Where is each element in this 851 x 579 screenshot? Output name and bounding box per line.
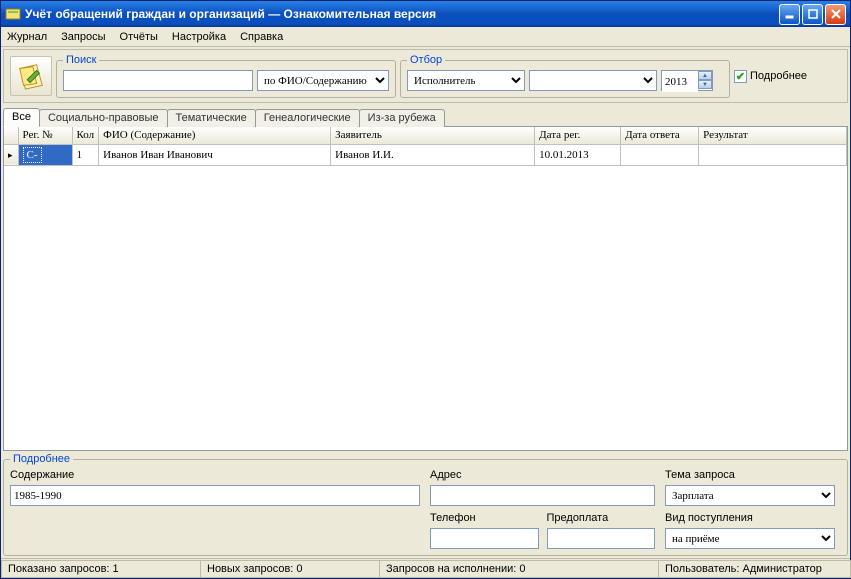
details-checkbox-label: Подробнее xyxy=(750,70,807,82)
check-icon: ✔ xyxy=(734,70,747,83)
cell-result[interactable] xyxy=(699,144,847,165)
filter-field-combo[interactable]: Исполнитель xyxy=(407,70,525,91)
col-fio[interactable]: ФИО (Содержание) xyxy=(99,127,331,144)
tab-foreign[interactable]: Из-за рубежа xyxy=(359,109,445,127)
title-bar: Учёт обращений граждан и организаций — О… xyxy=(1,1,850,27)
status-pending: Запросов на исполнении: 0 xyxy=(379,560,659,578)
table-row[interactable]: С- 1 Иванов Иван Иванович Иванов И.И. 10… xyxy=(4,144,847,165)
tab-social[interactable]: Социально-правовые xyxy=(39,109,168,127)
details-col-content: Содержание xyxy=(10,469,420,506)
new-record-button[interactable] xyxy=(10,56,52,96)
details-panel: Подробнее Содержание Адрес Телефон Предо… xyxy=(3,453,848,556)
cell-reg[interactable]: С- xyxy=(18,144,72,165)
status-shown: Показано запросов: 1 xyxy=(1,560,201,578)
details-checkbox[interactable]: ✔ Подробнее xyxy=(734,70,807,83)
grid-table: Рег. № Кол ФИО (Содержание) Заявитель Да… xyxy=(4,127,847,166)
year-down-button[interactable]: ▼ xyxy=(698,80,712,89)
tab-all[interactable]: Все xyxy=(3,108,40,127)
cell-fio[interactable]: Иванов Иван Иванович xyxy=(99,144,331,165)
col-indicator[interactable] xyxy=(4,127,18,144)
row-indicator-icon xyxy=(4,144,18,165)
window-controls xyxy=(779,4,846,25)
col-date-ans[interactable]: Дата ответа xyxy=(621,127,699,144)
prepay-input[interactable] xyxy=(547,528,656,549)
details-legend: Подробнее xyxy=(10,453,73,465)
status-new: Новых запросов: 0 xyxy=(200,560,380,578)
status-bar: Показано запросов: 1 Новых запросов: 0 З… xyxy=(1,558,850,578)
cell-count[interactable]: 1 xyxy=(72,144,99,165)
menu-help[interactable]: Справка xyxy=(240,31,283,43)
col-applicant[interactable]: Заявитель xyxy=(331,127,535,144)
filter-legend: Отбор xyxy=(407,54,445,66)
menu-journal[interactable]: Журнал xyxy=(7,31,47,43)
topic-label: Тема запроса xyxy=(665,469,835,481)
col-date-reg[interactable]: Дата рег. xyxy=(535,127,621,144)
search-group: Поиск по ФИО/Содержанию xyxy=(56,54,396,98)
toolbar: Поиск по ФИО/Содержанию Отбор Исполнител… xyxy=(3,49,848,103)
year-up-button[interactable]: ▲ xyxy=(698,71,712,80)
tab-thematic[interactable]: Тематические xyxy=(167,109,256,127)
tabs: Все Социально-правовые Тематические Гене… xyxy=(1,107,850,126)
prepay-label: Предоплата xyxy=(547,512,656,524)
filter-group: Отбор Исполнитель ▲ ▼ xyxy=(400,54,730,98)
cell-date-ans[interactable] xyxy=(621,144,699,165)
col-reg[interactable]: Рег. № xyxy=(18,127,72,144)
address-input[interactable] xyxy=(430,485,655,506)
address-label: Адрес xyxy=(430,469,655,481)
content-input[interactable] xyxy=(10,485,420,506)
tab-genealogical[interactable]: Генеалогические xyxy=(255,109,360,127)
details-col-meta: Тема запроса Зарплата Вид поступления на… xyxy=(665,469,835,549)
status-user: Пользователь: Администратор xyxy=(658,560,851,578)
close-button[interactable] xyxy=(825,4,846,25)
data-grid[interactable]: Рег. № Кол ФИО (Содержание) Заявитель Да… xyxy=(3,126,848,451)
main-window: Учёт обращений граждан и организаций — О… xyxy=(0,0,851,579)
phone-input[interactable] xyxy=(430,528,539,549)
minimize-button[interactable] xyxy=(779,4,800,25)
search-input[interactable] xyxy=(63,70,253,91)
menu-queries[interactable]: Запросы xyxy=(61,31,105,43)
cell-date-reg[interactable]: 10.01.2013 xyxy=(535,144,621,165)
maximize-button[interactable] xyxy=(802,4,823,25)
content-label: Содержание xyxy=(10,469,420,481)
col-result[interactable]: Результат xyxy=(699,127,847,144)
arrival-combo[interactable]: на приёме xyxy=(665,528,835,549)
search-mode-combo[interactable]: по ФИО/Содержанию xyxy=(257,70,389,91)
app-icon xyxy=(5,6,21,22)
cell-applicant[interactable]: Иванов И.И. xyxy=(331,144,535,165)
topic-combo[interactable]: Зарплата xyxy=(665,485,835,506)
arrival-label: Вид поступления xyxy=(665,512,835,524)
grid-header-row: Рег. № Кол ФИО (Содержание) Заявитель Да… xyxy=(4,127,847,144)
menu-settings[interactable]: Настройка xyxy=(172,31,226,43)
menu-reports[interactable]: Отчёты xyxy=(120,31,158,43)
col-count[interactable]: Кол xyxy=(72,127,99,144)
details-col-contact: Адрес Телефон Предоплата xyxy=(430,469,655,549)
phone-label: Телефон xyxy=(430,512,539,524)
window-title: Учёт обращений граждан и организаций — О… xyxy=(25,7,779,21)
menu-bar: Журнал Запросы Отчёты Настройка Справка xyxy=(1,27,850,47)
search-legend: Поиск xyxy=(63,54,99,66)
year-spinner[interactable]: ▲ ▼ xyxy=(661,70,713,91)
year-input[interactable] xyxy=(662,71,698,92)
filter-value-combo[interactable] xyxy=(529,70,657,91)
